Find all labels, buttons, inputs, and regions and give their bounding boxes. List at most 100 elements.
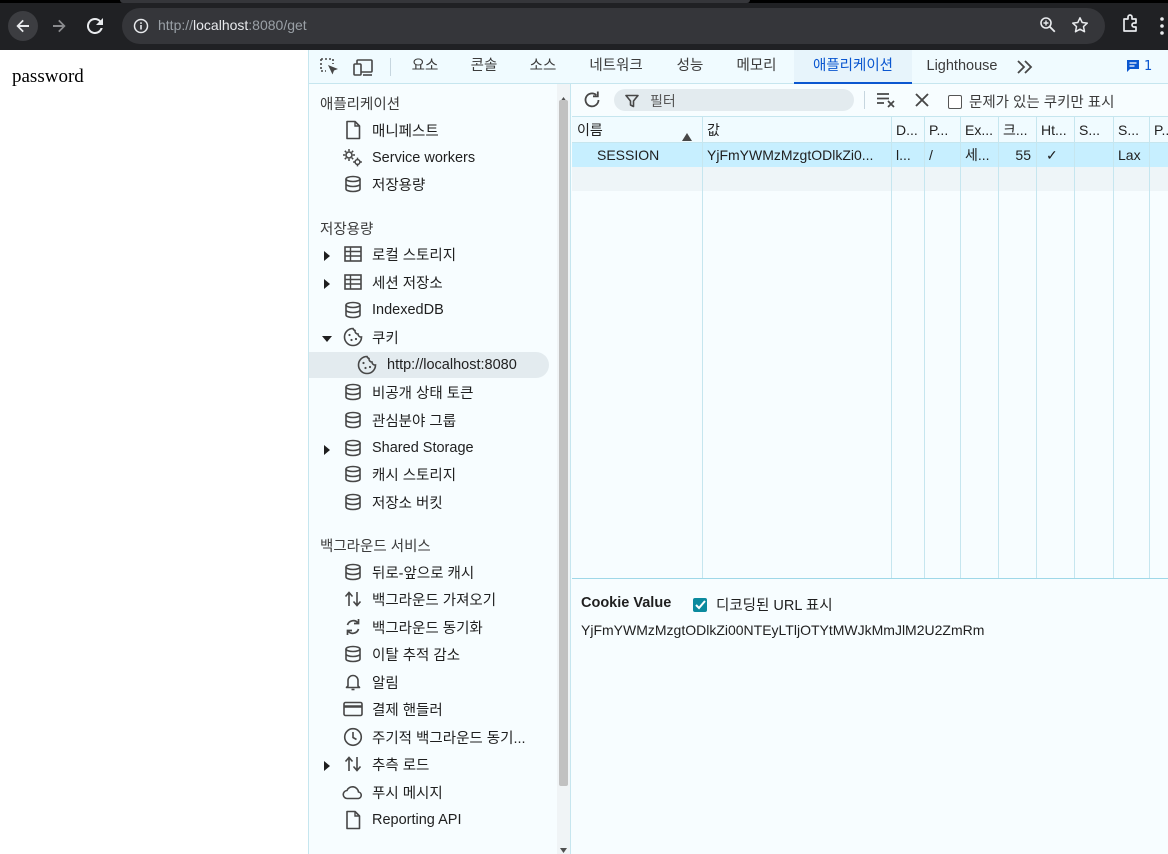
tab-network[interactable]: 네트워크 bbox=[581, 50, 651, 84]
database-icon bbox=[342, 409, 364, 431]
sidebar-scrollbar[interactable] bbox=[557, 84, 570, 854]
sidebar-item-push-messaging[interactable]: 푸시 메시지 bbox=[309, 779, 555, 805]
cell-httponly[interactable]: ✓ bbox=[1036, 143, 1074, 167]
sidebar-item-payment-handler[interactable]: 결제 핸들러 bbox=[309, 696, 555, 722]
cell-value[interactable]: YjFmYWMzMzgtODlkZi0... bbox=[702, 143, 891, 167]
scrollbar-thumb[interactable] bbox=[559, 100, 568, 786]
column-divider bbox=[924, 117, 925, 578]
sidebar-item-cookies[interactable]: 쿠키 bbox=[309, 324, 555, 350]
column-header-domain[interactable]: D... bbox=[891, 117, 924, 143]
sidebar-item-private-state-tokens[interactable]: 비공개 상태 토큰 bbox=[309, 379, 555, 405]
gears-icon bbox=[342, 147, 364, 169]
column-header-value[interactable]: 값 bbox=[702, 117, 891, 143]
cell-domain[interactable]: l... bbox=[891, 143, 924, 167]
sidebar-item-label: 매니페스트 bbox=[372, 123, 439, 140]
refresh-icon[interactable] bbox=[582, 90, 602, 114]
zoom-icon[interactable] bbox=[1039, 16, 1057, 38]
only-issues-label: 문제가 있는 쿠키만 표시 bbox=[969, 95, 1115, 111]
sidebar-item-periodic-sync[interactable]: 주기적 백그라운드 동기... bbox=[309, 724, 555, 750]
url-path: :8080/get bbox=[248, 17, 307, 33]
expand-arrow-icon[interactable] bbox=[322, 249, 332, 261]
sidebar-item-label: Reporting API bbox=[372, 812, 462, 828]
tab-console[interactable]: 콘솔 bbox=[464, 50, 504, 84]
sidebar-item-label: 결제 핸들러 bbox=[372, 702, 443, 719]
tab-elements[interactable]: 요소 bbox=[405, 50, 445, 84]
tab-lighthouse[interactable]: Lighthouse bbox=[921, 50, 1003, 84]
device-toolbar-icon[interactable] bbox=[353, 57, 375, 77]
clear-all-icon[interactable] bbox=[914, 92, 930, 112]
cookie-table: 이름 값 D... P... Ex... 크... Ht... S... S..… bbox=[572, 117, 1168, 579]
inspect-element-icon[interactable] bbox=[319, 57, 341, 77]
tab-application[interactable]: 애플리케이션 bbox=[794, 50, 912, 84]
collapse-arrow-icon[interactable] bbox=[322, 332, 332, 342]
sidebar-item-reporting-api[interactable]: Reporting API bbox=[309, 807, 555, 833]
cell-name[interactable]: SESSION bbox=[592, 143, 702, 167]
sidebar-item-interest-groups[interactable]: 관심분야 그룹 bbox=[309, 407, 555, 433]
checkbox-unchecked[interactable] bbox=[948, 94, 962, 109]
cookie-toolbar: 필터 문제가 있는 쿠키만 표시 bbox=[572, 84, 1168, 117]
sidebar-item-storage[interactable]: 저장용량 bbox=[309, 171, 555, 197]
bookmark-star-icon[interactable] bbox=[1071, 16, 1089, 38]
expand-arrow-icon[interactable] bbox=[322, 277, 332, 289]
sidebar-item-notifications[interactable]: 알림 bbox=[309, 669, 555, 695]
cookie-filter-input[interactable]: 필터 bbox=[614, 89, 854, 111]
url-text[interactable]: http://localhost:8080/get bbox=[158, 17, 307, 33]
column-header-name[interactable]: 이름 bbox=[572, 117, 682, 143]
forward-button[interactable] bbox=[44, 11, 74, 41]
issues-count: 1 bbox=[1144, 58, 1153, 74]
column-header-httponly[interactable]: Ht... bbox=[1036, 117, 1074, 143]
expand-arrow-icon[interactable] bbox=[322, 759, 332, 771]
checkbox-checked[interactable] bbox=[693, 597, 707, 612]
tab-memory[interactable]: 메모리 bbox=[729, 50, 784, 84]
sidebar-item-background-sync[interactable]: 백그라운드 동기화 bbox=[309, 614, 555, 640]
sidebar-item-service-workers[interactable]: Service workers bbox=[309, 145, 555, 171]
cell-expires[interactable]: 세... bbox=[960, 143, 998, 167]
sidebar-item-cache-storage[interactable]: 캐시 스토리지 bbox=[309, 461, 555, 487]
cell-path[interactable]: / bbox=[924, 143, 960, 167]
site-info-icon[interactable] bbox=[132, 17, 150, 35]
column-header-size[interactable]: 크... bbox=[998, 117, 1036, 143]
sidebar-item-manifest[interactable]: 매니페스트 bbox=[309, 117, 555, 143]
column-header-samesite[interactable]: S... bbox=[1113, 117, 1149, 143]
sidebar-item-session-storage[interactable]: 세션 저장소 bbox=[309, 269, 555, 295]
sidebar-item-shared-storage[interactable]: Shared Storage bbox=[309, 435, 555, 461]
cell-size[interactable]: 55 bbox=[998, 143, 1036, 167]
cookie-value-pane: Cookie Value 디코딩된 URL 표시 YjFmYWMzMzgtODl… bbox=[572, 579, 1168, 854]
extensions-icon[interactable] bbox=[1120, 13, 1142, 39]
sidebar-item-label: 이탈 추적 감소 bbox=[372, 647, 461, 664]
cell-partition[interactable] bbox=[1149, 143, 1168, 167]
sidebar-item-label: 백그라운드 가져오기 bbox=[372, 592, 497, 609]
reload-button[interactable] bbox=[80, 11, 110, 41]
section-background-services: 백그라운드 서비스 bbox=[320, 539, 431, 555]
arrow-right-icon bbox=[53, 19, 66, 33]
column-header-partition[interactable]: P... bbox=[1149, 117, 1168, 143]
issues-badge[interactable]: 1 bbox=[1125, 58, 1152, 74]
sidebar-item-storage-buckets[interactable]: 저장소 버킷 bbox=[309, 489, 555, 515]
sidebar-item-background-fetch[interactable]: 백그라운드 가져오기 bbox=[309, 586, 555, 612]
back-button[interactable] bbox=[8, 11, 38, 41]
cookie-value-text[interactable]: YjFmYWMzMzgtODlkZi00NTEyLTljOTYtMWJkMmJl… bbox=[581, 622, 984, 638]
more-tabs-chevron-icon[interactable] bbox=[1015, 58, 1037, 78]
sidebar-item-bounce-tracking[interactable]: 이탈 추적 감소 bbox=[309, 641, 555, 667]
sidebar-item-cookie-origin[interactable]: http://localhost:8080 bbox=[309, 352, 549, 378]
expand-arrow-icon[interactable] bbox=[322, 443, 332, 455]
column-header-secure[interactable]: S... bbox=[1074, 117, 1113, 143]
column-header-path[interactable]: P... bbox=[924, 117, 960, 143]
clear-filtered-icon[interactable] bbox=[876, 91, 896, 113]
sidebar-item-bfcache[interactable]: 뒤로-앞으로 캐시 bbox=[309, 559, 555, 585]
column-header-expires[interactable]: Ex... bbox=[960, 117, 998, 143]
show-decoded-checkbox[interactable]: 디코딩된 URL 표시 bbox=[693, 594, 833, 615]
scroll-down-arrow-icon[interactable] bbox=[560, 838, 567, 854]
cell-samesite[interactable]: Lax bbox=[1113, 143, 1149, 167]
sidebar-item-speculative-loads[interactable]: 추측 로드 bbox=[309, 751, 555, 777]
tab-sources[interactable]: 소스 bbox=[523, 50, 563, 84]
address-bar[interactable]: http://localhost:8080/get bbox=[122, 8, 1105, 44]
only-issues-checkbox[interactable]: 문제가 있는 쿠키만 표시 bbox=[948, 91, 1115, 112]
column-divider bbox=[998, 117, 999, 578]
more-menu-icon[interactable] bbox=[1156, 16, 1168, 36]
cell-secure[interactable] bbox=[1074, 143, 1113, 167]
sidebar-item-indexeddb[interactable]: IndexedDB bbox=[309, 297, 555, 323]
sidebar-item-local-storage[interactable]: 로컬 스토리지 bbox=[309, 241, 555, 267]
database-icon bbox=[342, 491, 364, 513]
tab-performance[interactable]: 성능 bbox=[669, 50, 711, 84]
